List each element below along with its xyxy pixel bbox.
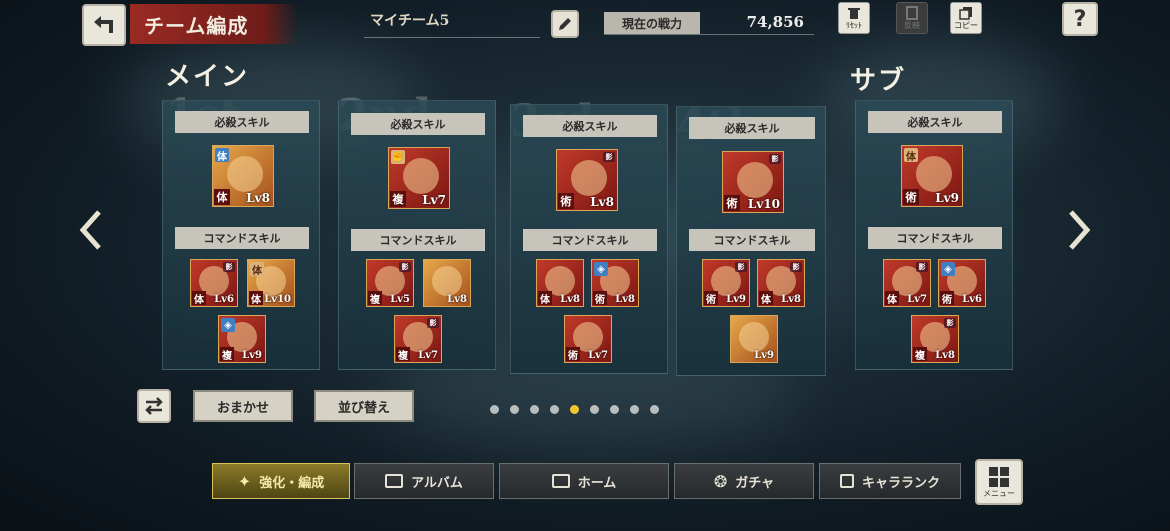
reflect-label: 反映: [904, 20, 920, 30]
shield-icon: ◈: [941, 262, 955, 276]
command-skill-icon[interactable]: 影 複 Lv8: [911, 315, 959, 363]
back-button[interactable]: [82, 4, 126, 46]
chevron-left-icon: [79, 210, 101, 250]
command-skill-header: コマンドスキル: [868, 227, 1002, 249]
album-icon: [385, 474, 404, 488]
nav-home[interactable]: ホーム: [499, 463, 669, 499]
home-icon: [551, 474, 570, 488]
pagination-dot[interactable]: [550, 405, 559, 414]
prev-team-arrow[interactable]: [78, 210, 104, 250]
skill-level: Lv9: [935, 191, 959, 205]
command-skill-icon[interactable]: 影 体 Lv6: [190, 259, 238, 307]
team-slot-2[interactable]: 必殺スキル ✊ 複 Lv7 コマンドスキル 影 複 Lv5 Lv8 影 複 Lv…: [338, 100, 496, 370]
command-skill-header: コマンドスキル: [351, 229, 485, 251]
special-skill-icon[interactable]: 体 術 Lv9: [901, 145, 963, 207]
main-section-title: メイン: [165, 62, 250, 92]
nav-chara-rank[interactable]: キャラランク: [819, 463, 961, 499]
skill-level: Lv8: [590, 195, 614, 209]
team-slot-1[interactable]: 必殺スキル 体 体 Lv8 コマンドスキル 影 体 Lv6 体 体 Lv10 ◈…: [162, 100, 320, 370]
next-team-arrow[interactable]: [1066, 210, 1092, 250]
command-skill-icon[interactable]: 術 Lv7: [564, 315, 612, 363]
page-title-banner: チーム編成: [130, 4, 298, 44]
skill-level: Lv8: [246, 191, 270, 205]
sub-slot[interactable]: 必殺スキル 体 術 Lv9 コマンドスキル 影 体 Lv7 ◈ 術 Lv6 影 …: [855, 100, 1013, 370]
skill-level: Lv7: [422, 193, 446, 207]
edit-team-name-button[interactable]: [551, 10, 579, 38]
menu-button[interactable]: メニュー: [975, 459, 1023, 505]
team-slot-4[interactable]: 必殺スキル 影 術 Lv10 コマンドスキル 影 術 Lv9 影 体 Lv8 L…: [676, 106, 826, 376]
team-name: マイチーム5: [364, 10, 540, 38]
special-skill-header: 必殺スキル: [689, 117, 815, 139]
shield-icon: ◈: [594, 262, 608, 276]
command-skill-icon[interactable]: 影 体 Lv8: [757, 259, 805, 307]
sub-section-title: サブ: [850, 66, 907, 96]
sort-button[interactable]: 並び替え: [314, 390, 414, 422]
nav-gacha[interactable]: ❂ ガチャ: [674, 463, 814, 499]
special-skill-icon[interactable]: 影 術 Lv8: [556, 149, 618, 211]
command-skill-header: コマンドスキル: [175, 227, 309, 249]
special-skill-icon[interactable]: 影 術 Lv10: [722, 151, 784, 213]
special-skill-icon[interactable]: ✊ 複 Lv7: [388, 147, 450, 209]
team-slot-3[interactable]: 必殺スキル 影 術 Lv8 コマンドスキル 体 Lv8 ◈ 術 Lv8 術 Lv…: [510, 104, 668, 374]
reflect-button[interactable]: 反映: [896, 2, 928, 34]
command-skill-header: コマンドスキル: [689, 229, 815, 251]
swap-arrows-icon: [145, 397, 163, 415]
reset-button[interactable]: ﾘｾｯﾄ: [838, 2, 870, 34]
copy-button[interactable]: コピー: [950, 2, 982, 34]
auto-button[interactable]: おまかせ: [193, 390, 293, 422]
back-arrow-icon: [94, 16, 113, 33]
chevron-right-icon: [1069, 210, 1091, 250]
command-skill-icon[interactable]: 影 複 Lv7: [394, 315, 442, 363]
pagination-dot[interactable]: [570, 405, 579, 414]
pagination-dot[interactable]: [610, 405, 619, 414]
special-skill-header: 必殺スキル: [868, 111, 1002, 133]
command-skill-icon[interactable]: 影 複 Lv5: [366, 259, 414, 307]
command-skill-icon[interactable]: Lv9: [730, 315, 778, 363]
question-icon: ?: [1073, 6, 1087, 32]
gacha-icon: ❂: [713, 471, 728, 491]
power-value: 74,856: [746, 13, 804, 31]
special-skill-header: 必殺スキル: [175, 111, 309, 133]
shield-icon: ◈: [221, 318, 235, 332]
command-skill-icon[interactable]: ◈ 複 Lv9: [218, 315, 266, 363]
nav-enhance-team[interactable]: ✦ 強化・編成: [212, 463, 350, 499]
command-skill-header: コマンドスキル: [523, 229, 657, 251]
command-skill-icon[interactable]: Lv8: [423, 259, 471, 307]
copy-icon: [959, 6, 972, 20]
special-skill-header: 必殺スキル: [351, 113, 485, 135]
team-power: 現在の戦力 74,856: [604, 12, 814, 35]
help-button[interactable]: ?: [1062, 2, 1098, 36]
pagination-dot[interactable]: [510, 405, 519, 414]
pencil-icon: [559, 18, 571, 30]
skill-level: Lv10: [747, 197, 780, 211]
document-icon: [906, 5, 918, 20]
team-icon: ✦: [237, 471, 252, 491]
type-badge-icon: 体: [215, 148, 229, 163]
command-skill-icon[interactable]: 体 体 Lv10: [247, 259, 295, 307]
power-label: 現在の戦力: [604, 12, 700, 34]
nav-album[interactable]: アルバム: [354, 463, 494, 499]
swap-button[interactable]: [137, 389, 171, 423]
pagination-dot[interactable]: [490, 405, 499, 414]
pagination-dot[interactable]: [530, 405, 539, 414]
page-title: チーム編成: [144, 13, 249, 38]
command-skill-icon[interactable]: ◈ 術 Lv8: [591, 259, 639, 307]
grid-menu-icon: [989, 466, 1009, 487]
pagination-dot[interactable]: [630, 405, 639, 414]
fist-icon: ✊: [391, 150, 405, 164]
pagination-dot[interactable]: [650, 405, 659, 414]
command-skill-icon[interactable]: ◈ 術 Lv6: [938, 259, 986, 307]
menu-label: メニュー: [983, 488, 1015, 498]
command-skill-icon[interactable]: 影 術 Lv9: [702, 259, 750, 307]
command-skill-icon[interactable]: 体 Lv8: [536, 259, 584, 307]
special-skill-icon[interactable]: 体 体 Lv8: [212, 145, 274, 207]
copy-label: コピー: [954, 20, 978, 30]
special-skill-header: 必殺スキル: [523, 115, 657, 137]
reset-label: ﾘｾｯﾄ: [846, 20, 862, 30]
trash-icon: [848, 7, 860, 19]
rank-icon: [839, 474, 854, 488]
command-skill-icon[interactable]: 影 体 Lv7: [883, 259, 931, 307]
pagination-dot[interactable]: [590, 405, 599, 414]
